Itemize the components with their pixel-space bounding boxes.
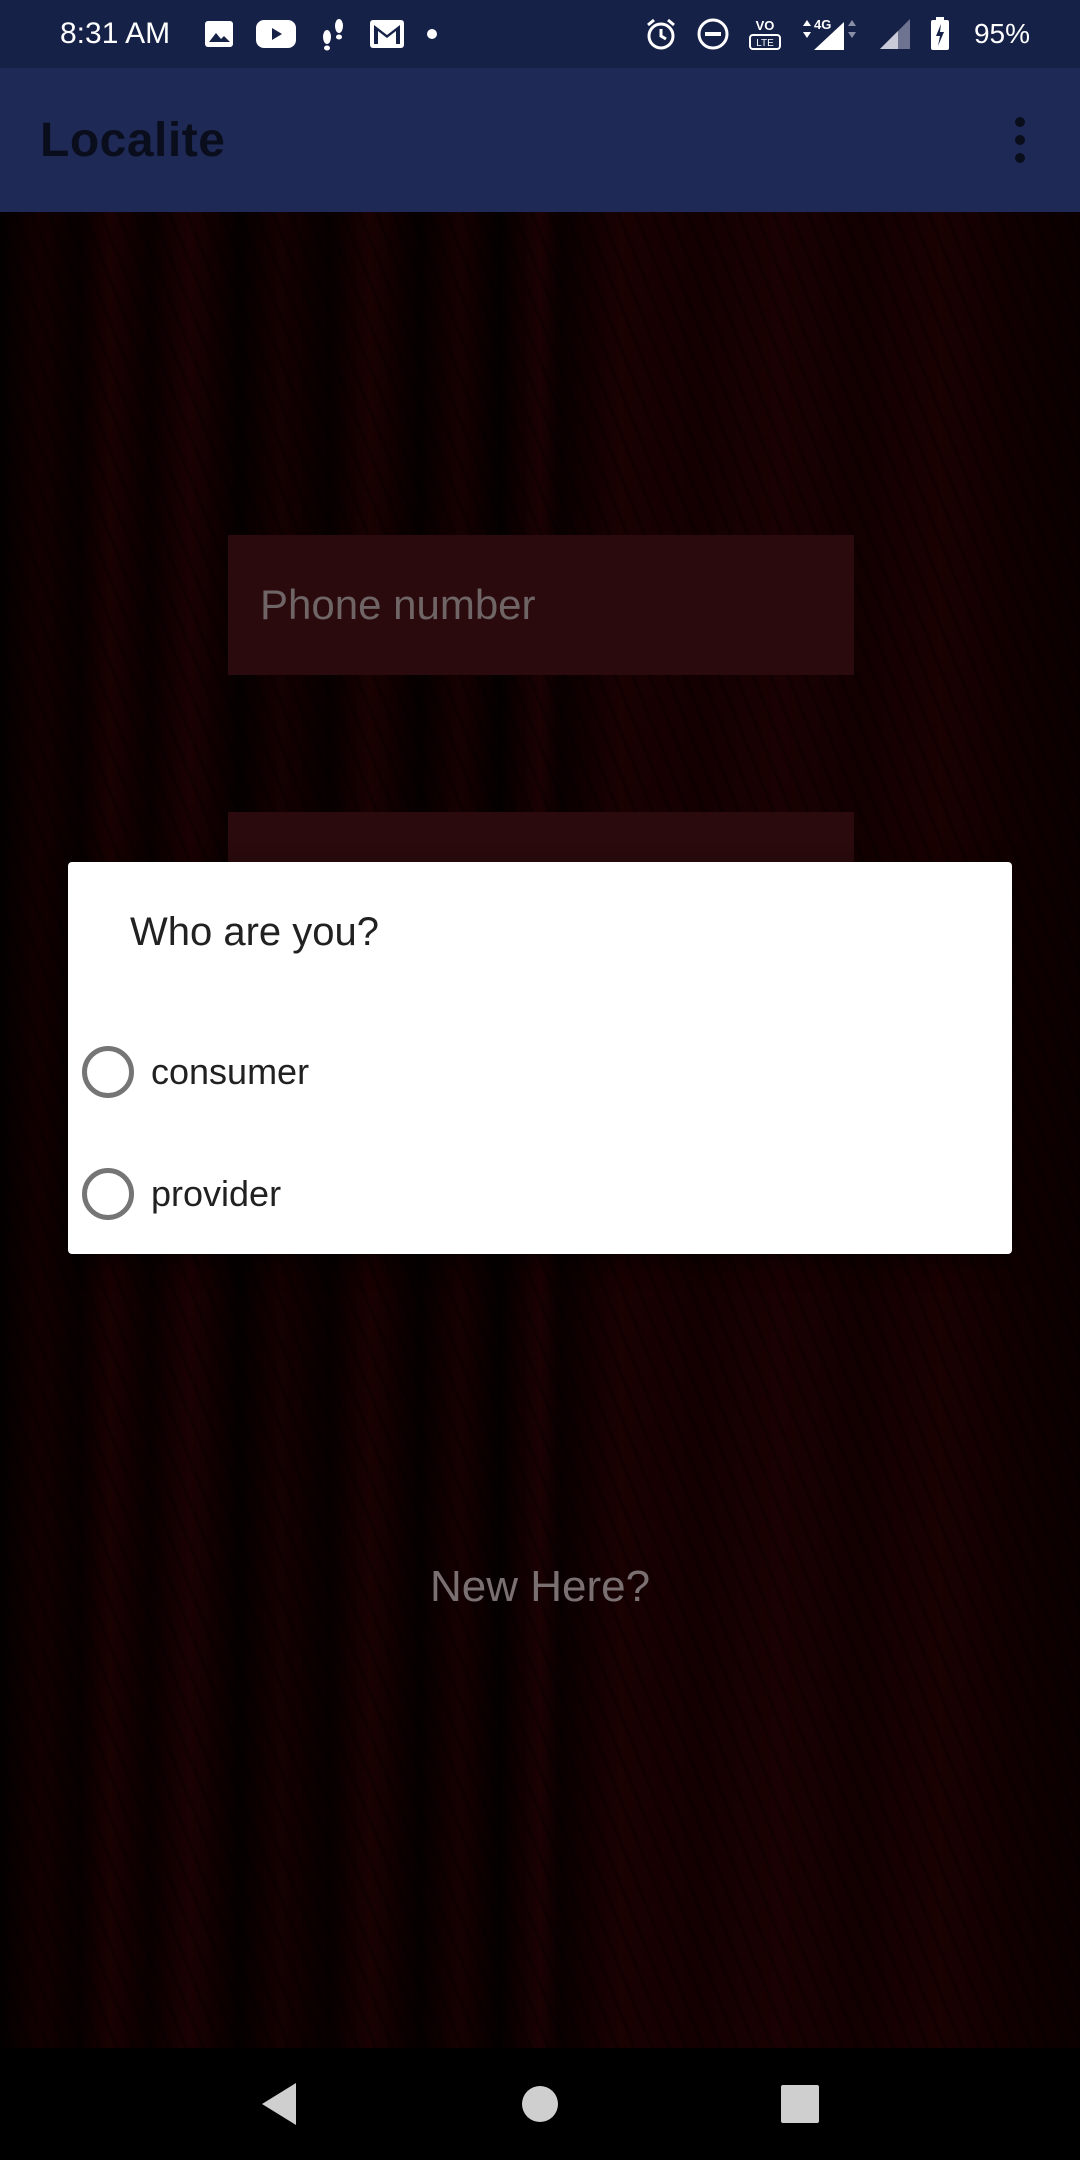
- status-time: 8:31 AM: [60, 17, 171, 50]
- screen: 8:31 AM VO LTE 4G 95% Localite Phone num…: [0, 0, 1080, 2160]
- back-icon[interactable]: [230, 2054, 330, 2154]
- radio-button-consumer[interactable]: [82, 1046, 134, 1098]
- do-not-disturb-icon: [696, 17, 730, 51]
- notification-icons: [204, 17, 438, 51]
- phone-number-input[interactable]: Phone number: [228, 535, 854, 675]
- role-dialog: Who are you? consumer provider: [68, 862, 1012, 1254]
- svg-text:LTE: LTE: [756, 38, 774, 49]
- system-icons: VO LTE 4G 95%: [644, 16, 1030, 52]
- navigation-bar: [0, 2048, 1080, 2160]
- dialog-title: Who are you?: [130, 910, 380, 954]
- 4g-signal-icon: 4G: [800, 16, 860, 52]
- volte-icon: VO LTE: [748, 16, 782, 52]
- youtube-icon: [256, 20, 297, 48]
- option-label: provider: [151, 1173, 282, 1214]
- app-bar: Localite: [0, 68, 1080, 212]
- option-consumer[interactable]: consumer: [82, 1022, 982, 1122]
- recents-icon[interactable]: [750, 2054, 850, 2154]
- dot-icon: [426, 28, 438, 40]
- battery-percent: 95%: [973, 18, 1030, 49]
- phone-number-placeholder: Phone number: [260, 581, 536, 628]
- new-here-link[interactable]: New Here?: [0, 1562, 1080, 1612]
- more-vert-icon[interactable]: [1000, 110, 1040, 170]
- app-title: Localite: [40, 113, 226, 167]
- alarm-icon: [644, 17, 678, 51]
- status-bar: 8:31 AM VO LTE 4G 95%: [0, 0, 1080, 68]
- footsteps-icon: [318, 17, 348, 51]
- option-provider[interactable]: provider: [82, 1144, 982, 1244]
- svg-text:4G: 4G: [814, 17, 831, 32]
- gmail-icon: [370, 20, 405, 48]
- signal-icon: [878, 17, 912, 51]
- option-label: consumer: [151, 1051, 310, 1092]
- svg-text:VO: VO: [756, 18, 775, 33]
- battery-charging-icon: [930, 17, 950, 51]
- radio-button-provider[interactable]: [82, 1168, 134, 1220]
- image-icon: [204, 20, 234, 48]
- home-icon[interactable]: [490, 2054, 590, 2154]
